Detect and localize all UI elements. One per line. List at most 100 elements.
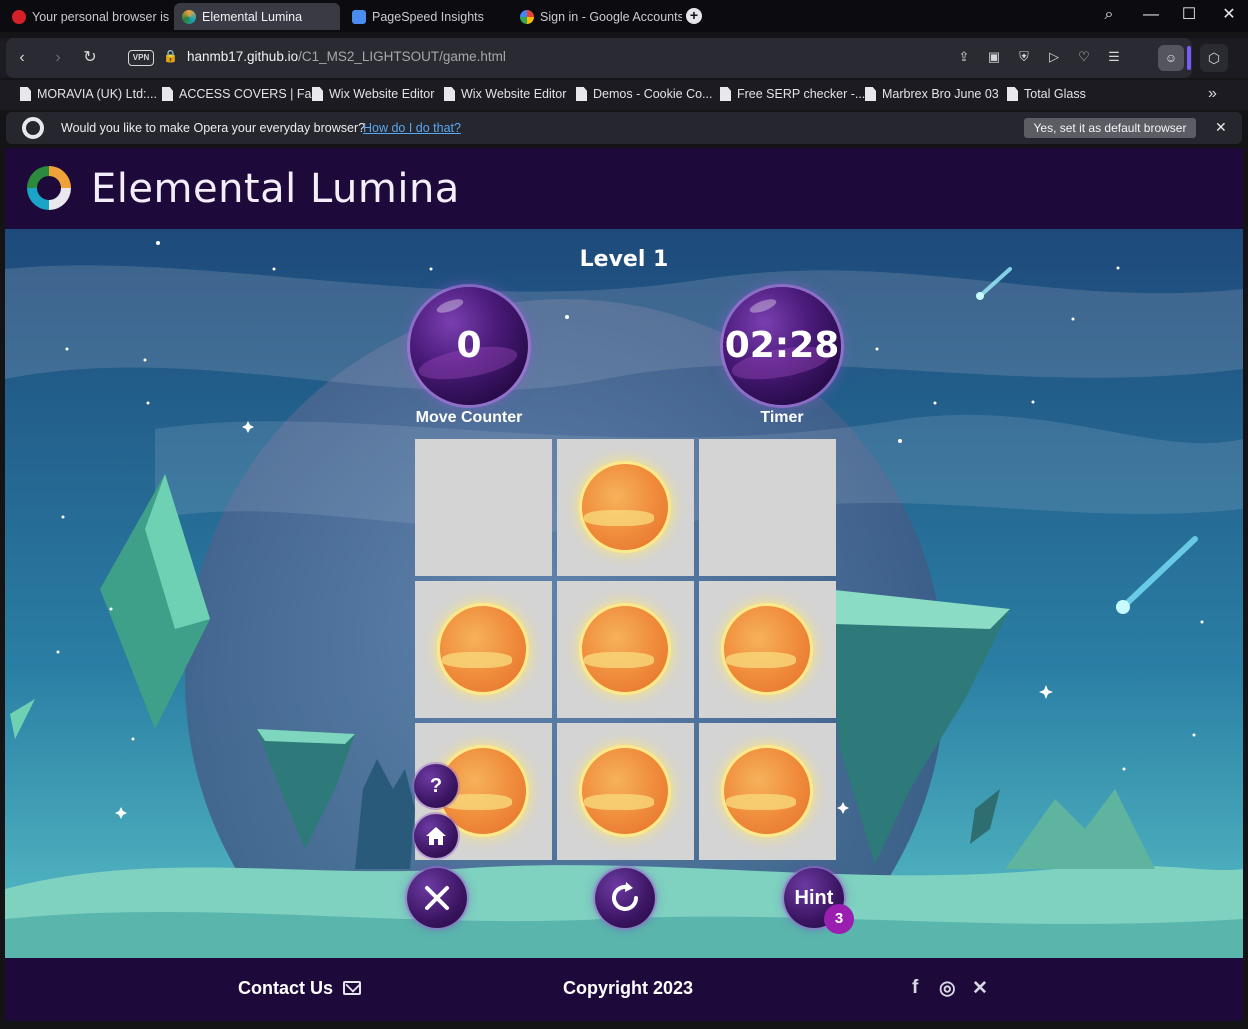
url-host: hanmb17.github.io xyxy=(187,49,299,64)
bookmark-label: Wix Website Editor xyxy=(329,87,435,101)
page-icon xyxy=(20,87,31,101)
profile-icon[interactable]: ☺ xyxy=(1158,45,1184,71)
bookmark-item[interactable]: MORAVIA (UK) Ltd:... xyxy=(20,87,157,101)
close-icon[interactable]: ✕ xyxy=(1215,119,1227,136)
tab-google-signin[interactable]: Sign in - Google Accounts xyxy=(512,3,682,30)
camera-icon[interactable]: ▣ xyxy=(984,46,1004,68)
url-path: /C1_MS2_LIGHTSOUT/game.html xyxy=(298,49,506,64)
share-icon[interactable]: ⇪ xyxy=(954,46,974,68)
opera-logo-icon xyxy=(22,117,44,139)
bookmark-item[interactable]: Total Glass xyxy=(1007,87,1086,101)
url-field[interactable]: hanmb17.github.io/C1_MS2_LIGHTSOUT/game.… xyxy=(187,49,506,64)
restart-icon xyxy=(612,882,638,911)
page-icon xyxy=(444,87,455,101)
tab-pagespeed[interactable]: PageSpeed Insights xyxy=(344,3,510,30)
browser-window: Your personal browser is a Elemental Lum… xyxy=(0,0,1248,1029)
grid-cell[interactable] xyxy=(699,723,836,860)
default-browser-infobar: Would you like to make Opera your everyd… xyxy=(6,112,1242,144)
tab-label: Your personal browser is a xyxy=(32,9,170,24)
sun-light-icon xyxy=(582,606,668,692)
maximize-button[interactable]: ☐ xyxy=(1174,4,1204,28)
tab-label: Elemental Lumina xyxy=(202,9,303,24)
google-icon xyxy=(520,9,534,24)
search-tabs-icon[interactable]: ⌕ xyxy=(1094,4,1124,28)
grid-cell[interactable] xyxy=(415,439,552,576)
bookmark-label: Total Glass xyxy=(1024,87,1086,101)
close-icon xyxy=(425,886,449,910)
grid-cell[interactable] xyxy=(557,439,694,576)
hint-count-badge: 3 xyxy=(824,904,854,934)
bookmark-item[interactable]: Marbrex Bro June 03 xyxy=(865,87,999,101)
site-header: Elemental Lumina xyxy=(5,148,1243,229)
grid-cell[interactable] xyxy=(415,581,552,718)
page-icon xyxy=(576,87,587,101)
send-icon[interactable]: ▷ xyxy=(1044,46,1064,68)
elemental-lumina-logo xyxy=(25,164,73,212)
heart-icon[interactable]: ♡ xyxy=(1074,46,1094,68)
tab-label: PageSpeed Insights xyxy=(372,9,484,24)
extensions-icon[interactable]: ⬡ xyxy=(1200,44,1228,72)
sun-light-icon xyxy=(440,606,526,692)
bookmark-item[interactable]: Wix Website Editor xyxy=(312,87,434,101)
page-icon xyxy=(312,87,323,101)
home-button[interactable] xyxy=(414,814,458,858)
timer-orb: 02:28 xyxy=(723,287,841,405)
close-window-button[interactable]: ✕ xyxy=(1214,4,1244,28)
bookmark-label: Wix Website Editor xyxy=(461,87,567,101)
restart-button[interactable] xyxy=(595,868,655,928)
bookmark-item[interactable]: ACCESS COVERS | Fa... xyxy=(162,87,322,101)
sun-light-icon xyxy=(582,464,668,550)
bookmarks-bar: MORAVIA (UK) Ltd:... ACCESS COVERS | Fa.… xyxy=(0,80,1248,110)
minimize-button[interactable]: — xyxy=(1136,4,1166,28)
grid-cell[interactable] xyxy=(557,723,694,860)
bookmark-label: MORAVIA (UK) Ltd:... xyxy=(37,87,157,101)
reload-icon[interactable]: ↻ xyxy=(78,46,102,70)
address-actions: ⇪ ▣ ⛨ ▷ ♡ ☰ xyxy=(954,46,1124,68)
new-tab-button[interactable]: + xyxy=(686,8,702,24)
x-icon[interactable]: ✕ xyxy=(972,977,988,1000)
bookmark-label: Marbrex Bro June 03 xyxy=(882,87,999,101)
timer-label: Timer xyxy=(760,409,804,426)
level-title: Level 1 xyxy=(579,247,669,272)
tab-opera-welcome[interactable]: Your personal browser is a xyxy=(4,3,170,30)
instagram-icon[interactable]: ◎ xyxy=(939,977,956,1000)
move-counter-value: 0 xyxy=(456,325,482,366)
game-scene: Level 1 0 Move Counter 02:28 Timer ? Hin… xyxy=(5,229,1243,958)
copyright-text: Copyright 2023 xyxy=(563,978,694,998)
help-button[interactable]: ? xyxy=(414,764,458,808)
page-icon xyxy=(720,87,731,101)
bookmark-label: ACCESS COVERS | Fa... xyxy=(179,87,322,101)
infobar-help-link[interactable]: How do I do that? xyxy=(363,121,461,135)
sun-light-icon xyxy=(724,606,810,692)
page-icon xyxy=(865,87,876,101)
contact-link[interactable]: Contact Us xyxy=(238,978,333,999)
easy-setup-icon[interactable]: ☰ xyxy=(1104,46,1124,68)
vpn-badge[interactable]: VPN xyxy=(128,50,154,66)
bookmark-item[interactable]: Demos - Cookie Co... xyxy=(576,87,712,101)
bookmark-item[interactable]: Wix Website Editor xyxy=(444,87,566,101)
bookmark-item[interactable]: Free SERP checker -... xyxy=(720,87,865,101)
bookmark-label: Demos - Cookie Co... xyxy=(593,87,713,101)
tab-label: Sign in - Google Accounts xyxy=(540,9,682,24)
site-footer: Contact Us Copyright 2023 f ◎ ✕ xyxy=(5,958,1243,1021)
shield-icon[interactable]: ⛨ xyxy=(1014,46,1034,68)
grid-cell[interactable] xyxy=(699,581,836,718)
site-title: Elemental Lumina xyxy=(91,166,460,212)
set-default-button[interactable]: Yes, set it as default browser xyxy=(1024,118,1196,138)
facebook-icon[interactable]: f xyxy=(912,977,918,999)
quit-button[interactable] xyxy=(407,868,467,928)
address-bar: ‹ › ↻ VPN 🔒 hanmb17.github.io/C1_MS2_LIG… xyxy=(6,38,1192,78)
grid-cell[interactable] xyxy=(699,439,836,576)
grid-cell[interactable] xyxy=(557,581,694,718)
page-viewport: Elemental Lumina Level 1 0 Move Counter … xyxy=(5,148,1243,1021)
back-icon[interactable]: ‹ xyxy=(10,46,34,70)
address-toolbar: ‹ › ↻ VPN 🔒 hanmb17.github.io/C1_MS2_LIG… xyxy=(0,38,1248,78)
envelope-icon[interactable] xyxy=(343,981,361,995)
sun-light-icon xyxy=(582,748,668,834)
lock-icon[interactable]: 🔒 xyxy=(163,49,178,63)
lights-grid xyxy=(415,439,836,860)
page-icon xyxy=(162,87,173,101)
more-bookmarks-icon[interactable]: » xyxy=(1208,85,1217,103)
forward-icon[interactable]: › xyxy=(46,46,70,70)
tab-elemental-lumina[interactable]: Elemental Lumina xyxy=(174,3,340,30)
